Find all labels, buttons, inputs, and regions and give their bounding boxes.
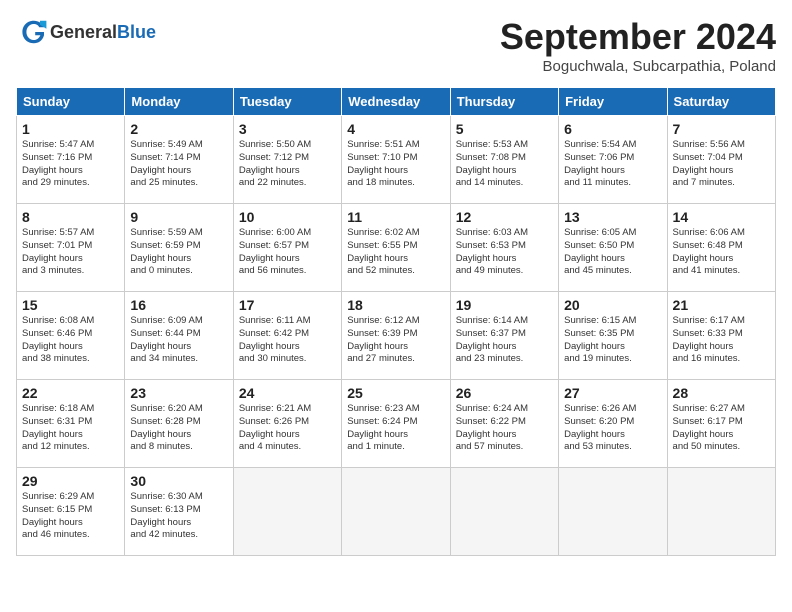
day-13: 13 Sunrise: 6:05 AMSunset: 6:50 PMDaylig… xyxy=(559,204,667,292)
calendar-table: Sunday Monday Tuesday Wednesday Thursday… xyxy=(16,87,776,556)
col-friday: Friday xyxy=(559,88,667,116)
day-6: 6 Sunrise: 5:54 AMSunset: 7:06 PMDayligh… xyxy=(559,116,667,204)
day-17: 17 Sunrise: 6:11 AMSunset: 6:42 PMDaylig… xyxy=(233,292,341,380)
week-row-4: 22 Sunrise: 6:18 AMSunset: 6:31 PMDaylig… xyxy=(17,380,776,468)
month-title: September 2024 xyxy=(500,16,776,58)
day-1: 1 Sunrise: 5:47 AMSunset: 7:16 PMDayligh… xyxy=(17,116,125,204)
day-26: 26 Sunrise: 6:24 AMSunset: 6:22 PMDaylig… xyxy=(450,380,558,468)
day-11: 11 Sunrise: 6:02 AMSunset: 6:55 PMDaylig… xyxy=(342,204,450,292)
col-wednesday: Wednesday xyxy=(342,88,450,116)
col-sunday: Sunday xyxy=(17,88,125,116)
day-16: 16 Sunrise: 6:09 AMSunset: 6:44 PMDaylig… xyxy=(125,292,233,380)
day-4: 4 Sunrise: 5:51 AMSunset: 7:10 PMDayligh… xyxy=(342,116,450,204)
day-15: 15 Sunrise: 6:08 AMSunset: 6:46 PMDaylig… xyxy=(17,292,125,380)
calendar-header-row: Sunday Monday Tuesday Wednesday Thursday… xyxy=(17,88,776,116)
day-12: 12 Sunrise: 6:03 AMSunset: 6:53 PMDaylig… xyxy=(450,204,558,292)
col-tuesday: Tuesday xyxy=(233,88,341,116)
day-30: 30 Sunrise: 6:30 AMSunset: 6:13 PMDaylig… xyxy=(125,468,233,556)
day-25: 25 Sunrise: 6:23 AMSunset: 6:24 PMDaylig… xyxy=(342,380,450,468)
day-20: 20 Sunrise: 6:15 AMSunset: 6:35 PMDaylig… xyxy=(559,292,667,380)
empty-cell-5 xyxy=(667,468,775,556)
day-29: 29 Sunrise: 6:29 AMSunset: 6:15 PMDaylig… xyxy=(17,468,125,556)
day-3: 3 Sunrise: 5:50 AMSunset: 7:12 PMDayligh… xyxy=(233,116,341,204)
day-27: 27 Sunrise: 6:26 AMSunset: 6:20 PMDaylig… xyxy=(559,380,667,468)
logo-icon xyxy=(16,16,48,48)
day-24: 24 Sunrise: 6:21 AMSunset: 6:26 PMDaylig… xyxy=(233,380,341,468)
title-block: September 2024 Boguchwala, Subcarpathia,… xyxy=(500,16,776,75)
empty-cell-4 xyxy=(559,468,667,556)
week-row-1: 1 Sunrise: 5:47 AMSunset: 7:16 PMDayligh… xyxy=(17,116,776,204)
location-subtitle: Boguchwala, Subcarpathia, Poland xyxy=(500,58,776,75)
week-row-2: 8 Sunrise: 5:57 AMSunset: 7:01 PMDayligh… xyxy=(17,204,776,292)
day-21: 21 Sunrise: 6:17 AMSunset: 6:33 PMDaylig… xyxy=(667,292,775,380)
day-8: 8 Sunrise: 5:57 AMSunset: 7:01 PMDayligh… xyxy=(17,204,125,292)
week-row-5: 29 Sunrise: 6:29 AMSunset: 6:15 PMDaylig… xyxy=(17,468,776,556)
col-monday: Monday xyxy=(125,88,233,116)
week-row-3: 15 Sunrise: 6:08 AMSunset: 6:46 PMDaylig… xyxy=(17,292,776,380)
logo-text: GeneralBlue xyxy=(50,22,156,43)
col-thursday: Thursday xyxy=(450,88,558,116)
day-5: 5 Sunrise: 5:53 AMSunset: 7:08 PMDayligh… xyxy=(450,116,558,204)
logo-blue: Blue xyxy=(117,22,156,42)
empty-cell-3 xyxy=(450,468,558,556)
day-22: 22 Sunrise: 6:18 AMSunset: 6:31 PMDaylig… xyxy=(17,380,125,468)
empty-cell-1 xyxy=(233,468,341,556)
day-23: 23 Sunrise: 6:20 AMSunset: 6:28 PMDaylig… xyxy=(125,380,233,468)
page-header: GeneralBlue September 2024 Boguchwala, S… xyxy=(16,16,776,75)
day-10: 10 Sunrise: 6:00 AMSunset: 6:57 PMDaylig… xyxy=(233,204,341,292)
day-14: 14 Sunrise: 6:06 AMSunset: 6:48 PMDaylig… xyxy=(667,204,775,292)
empty-cell-2 xyxy=(342,468,450,556)
logo-general: General xyxy=(50,22,117,42)
day-9: 9 Sunrise: 5:59 AMSunset: 6:59 PMDayligh… xyxy=(125,204,233,292)
day-19: 19 Sunrise: 6:14 AMSunset: 6:37 PMDaylig… xyxy=(450,292,558,380)
day-18: 18 Sunrise: 6:12 AMSunset: 6:39 PMDaylig… xyxy=(342,292,450,380)
logo: GeneralBlue xyxy=(16,16,156,48)
col-saturday: Saturday xyxy=(667,88,775,116)
day-7: 7 Sunrise: 5:56 AMSunset: 7:04 PMDayligh… xyxy=(667,116,775,204)
day-2: 2 Sunrise: 5:49 AMSunset: 7:14 PMDayligh… xyxy=(125,116,233,204)
day-28: 28 Sunrise: 6:27 AMSunset: 6:17 PMDaylig… xyxy=(667,380,775,468)
